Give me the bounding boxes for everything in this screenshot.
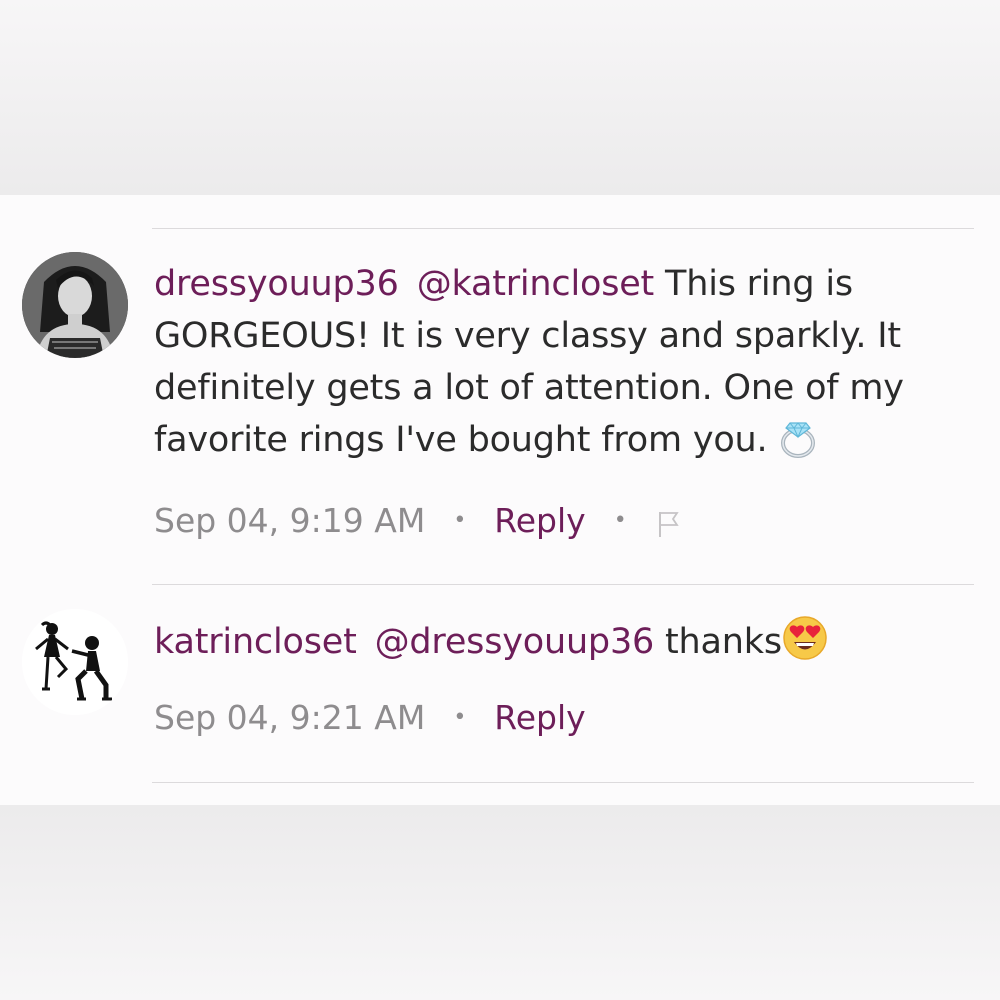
proposal-silhouette-icon bbox=[22, 609, 128, 715]
meta-separator: • bbox=[453, 508, 467, 533]
comment-username[interactable]: katrincloset bbox=[154, 622, 357, 662]
meta-separator: • bbox=[613, 508, 627, 533]
comment-meta: Sep 04, 9:19 AM • Reply • bbox=[154, 501, 679, 541]
divider-bottom bbox=[152, 782, 974, 783]
background-top bbox=[0, 0, 1000, 195]
heart-eyes-emoji-icon bbox=[782, 615, 828, 676]
comment-mention[interactable]: @dressyouup36 bbox=[375, 622, 655, 662]
comment-mention[interactable]: @katrincloset bbox=[417, 264, 655, 304]
ring-emoji-icon bbox=[778, 417, 818, 474]
reply-button[interactable]: Reply bbox=[494, 501, 585, 541]
comment-body: katrincloset @dressyouup36 thanks bbox=[154, 615, 969, 676]
flag-icon[interactable] bbox=[657, 507, 679, 537]
comment-meta: Sep 04, 9:21 AM • Reply bbox=[154, 698, 586, 738]
user-photo-icon bbox=[22, 252, 128, 358]
comment-timestamp: Sep 04, 9:21 AM bbox=[154, 698, 426, 737]
avatar[interactable] bbox=[22, 609, 128, 715]
background-bottom bbox=[0, 805, 1000, 1000]
meta-separator: • bbox=[453, 705, 467, 730]
comment-body: dressyouup36 @katrincloset This ring is G… bbox=[154, 258, 969, 474]
comments-panel: dressyouup36 @katrincloset This ring is G… bbox=[0, 195, 1000, 805]
comment-timestamp: Sep 04, 9:19 AM bbox=[154, 501, 426, 540]
comment-username[interactable]: dressyouup36 bbox=[154, 264, 399, 304]
divider-middle bbox=[152, 584, 974, 585]
divider-top bbox=[152, 228, 974, 229]
avatar[interactable] bbox=[22, 252, 128, 358]
reply-button[interactable]: Reply bbox=[494, 698, 585, 738]
comment-text: thanks bbox=[665, 622, 782, 662]
